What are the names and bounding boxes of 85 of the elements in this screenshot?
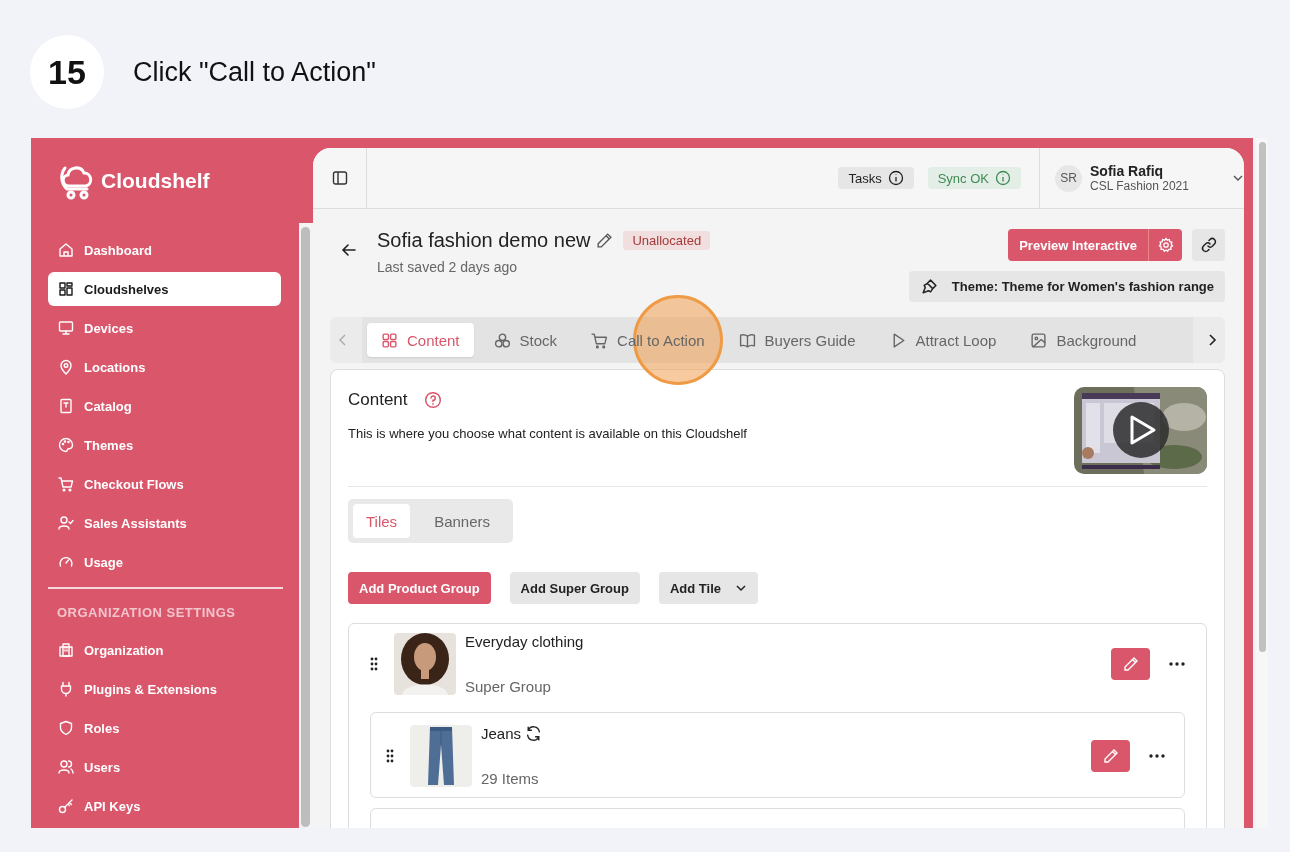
tab[interactable]: Content [367, 323, 474, 357]
user-name: Sofia Rafiq [1090, 163, 1165, 179]
pencil-icon [1102, 748, 1119, 764]
paintbrush-icon [920, 278, 938, 295]
drag-handle-icon[interactable] [386, 749, 394, 763]
brand-name: Cloudshelf [101, 168, 210, 193]
pencil-icon[interactable] [596, 232, 614, 249]
chevron-down-icon [735, 582, 747, 594]
item-count: 29 Items [481, 770, 540, 787]
user-avatar[interactable]: SR [1055, 164, 1082, 192]
info-icon [995, 170, 1011, 186]
nav-icon [58, 281, 74, 297]
nav-icon [58, 759, 74, 775]
section-title: Content [348, 390, 408, 410]
nav-icon [58, 398, 74, 414]
organization-name: CSL Fashion 2021 [1090, 179, 1190, 193]
tab[interactable]: Buyers Guide [724, 323, 870, 357]
nav-icon [58, 720, 74, 736]
refresh-icon [525, 725, 543, 742]
sidebar-item[interactable]: API Keys [48, 789, 282, 823]
help-icon[interactable] [423, 391, 442, 409]
tab-icon [591, 331, 609, 349]
back-arrow-icon[interactable] [341, 242, 357, 258]
nav-icon [58, 681, 74, 697]
settings-icon [1157, 237, 1174, 253]
sidebar-item[interactable]: Locations [48, 350, 282, 384]
sidebar-item[interactable]: Usage [48, 545, 282, 579]
more-options-icon[interactable] [1169, 662, 1185, 666]
nav-icon [58, 476, 74, 492]
sidebar-item[interactable]: Checkout Flows [48, 467, 282, 501]
sidebar-item[interactable]: Cloudshelves [48, 272, 282, 306]
pencil-icon [1122, 656, 1139, 672]
sidebar-item[interactable]: Themes [48, 428, 282, 462]
sidebar-toggle-icon[interactable] [331, 170, 348, 186]
tab[interactable]: Attract Loop [875, 323, 1011, 357]
segment-tab[interactable]: Banners [416, 504, 508, 538]
page-title: Sofia fashion demo new [377, 229, 591, 252]
sidebar-item[interactable]: Catalog [48, 389, 282, 423]
segment-tab[interactable]: Tiles [353, 504, 411, 538]
chevron-right-icon[interactable] [1207, 334, 1217, 346]
edit-button[interactable] [1111, 648, 1150, 680]
info-icon [887, 170, 904, 186]
action-button[interactable]: Add Tile [658, 572, 758, 604]
sidebar-item[interactable]: Users [48, 750, 282, 784]
action-button[interactable]: Add Super Group [509, 572, 640, 604]
edit-button[interactable] [1091, 740, 1130, 772]
nav-icon [58, 798, 74, 814]
drag-handle-icon[interactable] [370, 657, 378, 671]
tab[interactable]: Background [1016, 323, 1151, 357]
more-options-icon[interactable] [1149, 754, 1165, 758]
sidebar-item[interactable]: Dashboard [48, 233, 282, 267]
sidebar-item[interactable]: Devices [48, 311, 282, 345]
group-type: Super Group [465, 678, 552, 695]
tab-icon [738, 331, 756, 349]
preview-button[interactable]: Preview Interactive [1008, 229, 1148, 261]
section-heading: ORGANIZATION SETTINGS [56, 605, 237, 620]
tab-icon [1030, 331, 1048, 349]
tab-icon [381, 331, 398, 349]
link-button[interactable] [1192, 229, 1225, 261]
nav-icon [58, 320, 74, 336]
group-title: Jeans [481, 725, 522, 742]
settings-button[interactable] [1148, 229, 1182, 261]
tab[interactable]: Stock [479, 323, 572, 357]
last-saved-text: Last saved 2 days ago [377, 259, 519, 275]
sidebar-item[interactable]: Sales Assistants [48, 506, 282, 540]
sidebar-item[interactable]: Roles [48, 711, 282, 745]
nav-icon [58, 242, 74, 258]
action-button[interactable]: Add Product Group [348, 572, 491, 604]
sidebar-item[interactable]: Plugins & Extensions [48, 672, 282, 706]
sync-status[interactable]: Sync OK [927, 167, 1021, 189]
nav-icon [58, 359, 74, 375]
tasks-button[interactable]: Tasks [838, 167, 914, 189]
link-icon [1200, 237, 1217, 253]
sidebar-item[interactable]: Organization [48, 633, 282, 667]
step-instruction: Click "Call to Action" [133, 56, 376, 88]
tab-icon [493, 331, 511, 349]
step-number: 15 [30, 35, 104, 109]
group-title: Everyday clothing [465, 633, 584, 650]
section-description: This is where you choose what content is available on this Cloudshelf [348, 426, 747, 441]
nav-icon [58, 642, 74, 658]
nav-icon [58, 437, 74, 453]
nav-icon [58, 554, 74, 570]
theme-button[interactable]: Theme: Theme for Women's fashion range [908, 271, 1225, 302]
nav-icon [58, 515, 74, 531]
status-badge: Unallocated [623, 231, 711, 250]
